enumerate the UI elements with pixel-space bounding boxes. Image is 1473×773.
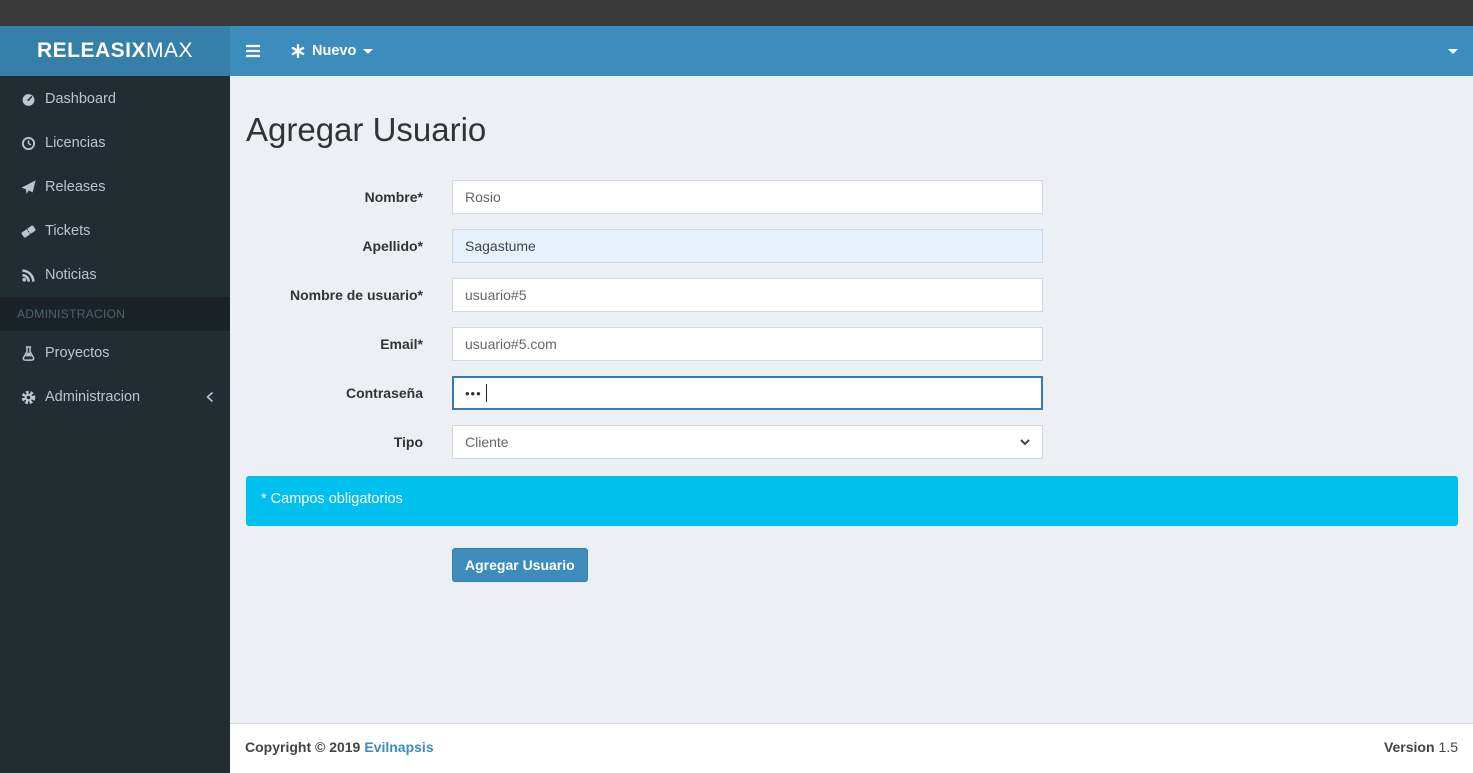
top-dark-strip (0, 0, 1473, 26)
field-label-tipo: Tipo (393, 434, 423, 450)
tachometer-icon (20, 91, 36, 107)
sidebar-item-licencias[interactable]: Licencias (0, 121, 230, 165)
field-label-password: Contraseña (345, 385, 423, 401)
email-input[interactable] (452, 327, 1043, 361)
form-field-password: Contraseña (246, 376, 1458, 410)
ticket-icon (20, 223, 36, 239)
form-field-apellido: Apellido* (246, 229, 1458, 263)
field-label-apellido: Apellido* (362, 238, 423, 254)
top-navbar: Nuevo (230, 26, 1473, 76)
form-field-nombre: Nombre* (246, 180, 1458, 214)
sidebar-item-label: Licencias (45, 135, 106, 151)
password-input[interactable] (452, 376, 1043, 410)
username-input[interactable] (452, 278, 1043, 312)
field-label-username: Nombre de usuario* (289, 287, 423, 303)
content-area: Agregar Usuario Nombre* Apellido* Nombre… (230, 76, 1473, 723)
form-field-email: Email* (246, 327, 1458, 361)
main-header: RELEASIX MAX Nuevo (0, 26, 1473, 76)
required-fields-notice: * Campos obligatorios (246, 476, 1458, 526)
user-dropdown-toggle[interactable] (1433, 26, 1473, 76)
sidebar-item-noticias[interactable]: Noticias (0, 253, 230, 297)
sidebar-item-proyectos[interactable]: Proyectos (0, 331, 230, 375)
form-field-username: Nombre de usuario* (246, 278, 1458, 312)
chevron-down-icon (1019, 436, 1031, 448)
flask-icon (20, 345, 36, 361)
chevron-left-icon (205, 391, 215, 403)
sidebar-item-administracion[interactable]: Administracion (0, 375, 230, 419)
sidebar-item-label: Noticias (45, 267, 97, 283)
caret-down-icon (363, 48, 374, 54)
clock-icon (20, 135, 36, 151)
form-field-tipo: Tipo Cliente (246, 425, 1458, 459)
sidebar-item-label: Tickets (45, 223, 91, 239)
agregar-usuario-button[interactable]: Agregar Usuario (452, 548, 588, 582)
field-label-nombre: Nombre* (364, 189, 423, 205)
page-footer: Copyright © 2019 Evilnapsis Version 1.5 (230, 723, 1473, 773)
page-title: Agregar Usuario (246, 111, 487, 148)
sidebar: Dashboard Licencias Releases Tickets Not… (0, 76, 230, 773)
sidebar-toggle-button[interactable] (230, 26, 276, 76)
paper-plane-icon (20, 179, 36, 195)
sidebar-section-header: ADMINISTRACION (0, 297, 230, 331)
app-logo[interactable]: RELEASIX MAX (0, 26, 230, 76)
field-label-email: Email* (380, 336, 423, 352)
gear-icon (20, 389, 36, 405)
tipo-select[interactable]: Cliente (452, 425, 1043, 459)
rss-icon (20, 267, 36, 283)
logo-bold-text: RELEASIX (36, 39, 146, 62)
copyright: Copyright © 2019 Evilnapsis (245, 739, 434, 758)
sidebar-item-tickets[interactable]: Tickets (0, 209, 230, 253)
nuevo-dropdown-button[interactable]: Nuevo (276, 26, 388, 76)
sidebar-item-label: Releases (45, 179, 106, 195)
evilnapsis-link[interactable]: Evilnapsis (364, 739, 433, 755)
sidebar-item-label: Dashboard (45, 91, 116, 107)
sidebar-item-dashboard[interactable]: Dashboard (0, 77, 230, 121)
text-cursor (486, 384, 487, 402)
nuevo-label: Nuevo (312, 43, 357, 59)
version-label: Version (1383, 739, 1435, 755)
sidebar-item-label: Administracion (45, 389, 141, 405)
hamburger-menu-icon (245, 44, 261, 58)
asterisk-icon (291, 44, 305, 58)
version: Version 1.5 (1384, 739, 1458, 758)
sidebar-item-label: Proyectos (45, 345, 110, 361)
apellido-input[interactable] (452, 229, 1043, 263)
tipo-selected-value: Cliente (465, 434, 509, 450)
sidebar-item-releases[interactable]: Releases (0, 165, 230, 209)
version-value: 1.5 (1438, 739, 1458, 755)
caret-down-icon (1448, 48, 1458, 54)
logo-light-text: MAX (146, 39, 194, 62)
copyright-text: Copyright © 2019 (245, 739, 361, 755)
nombre-input[interactable] (452, 180, 1043, 214)
